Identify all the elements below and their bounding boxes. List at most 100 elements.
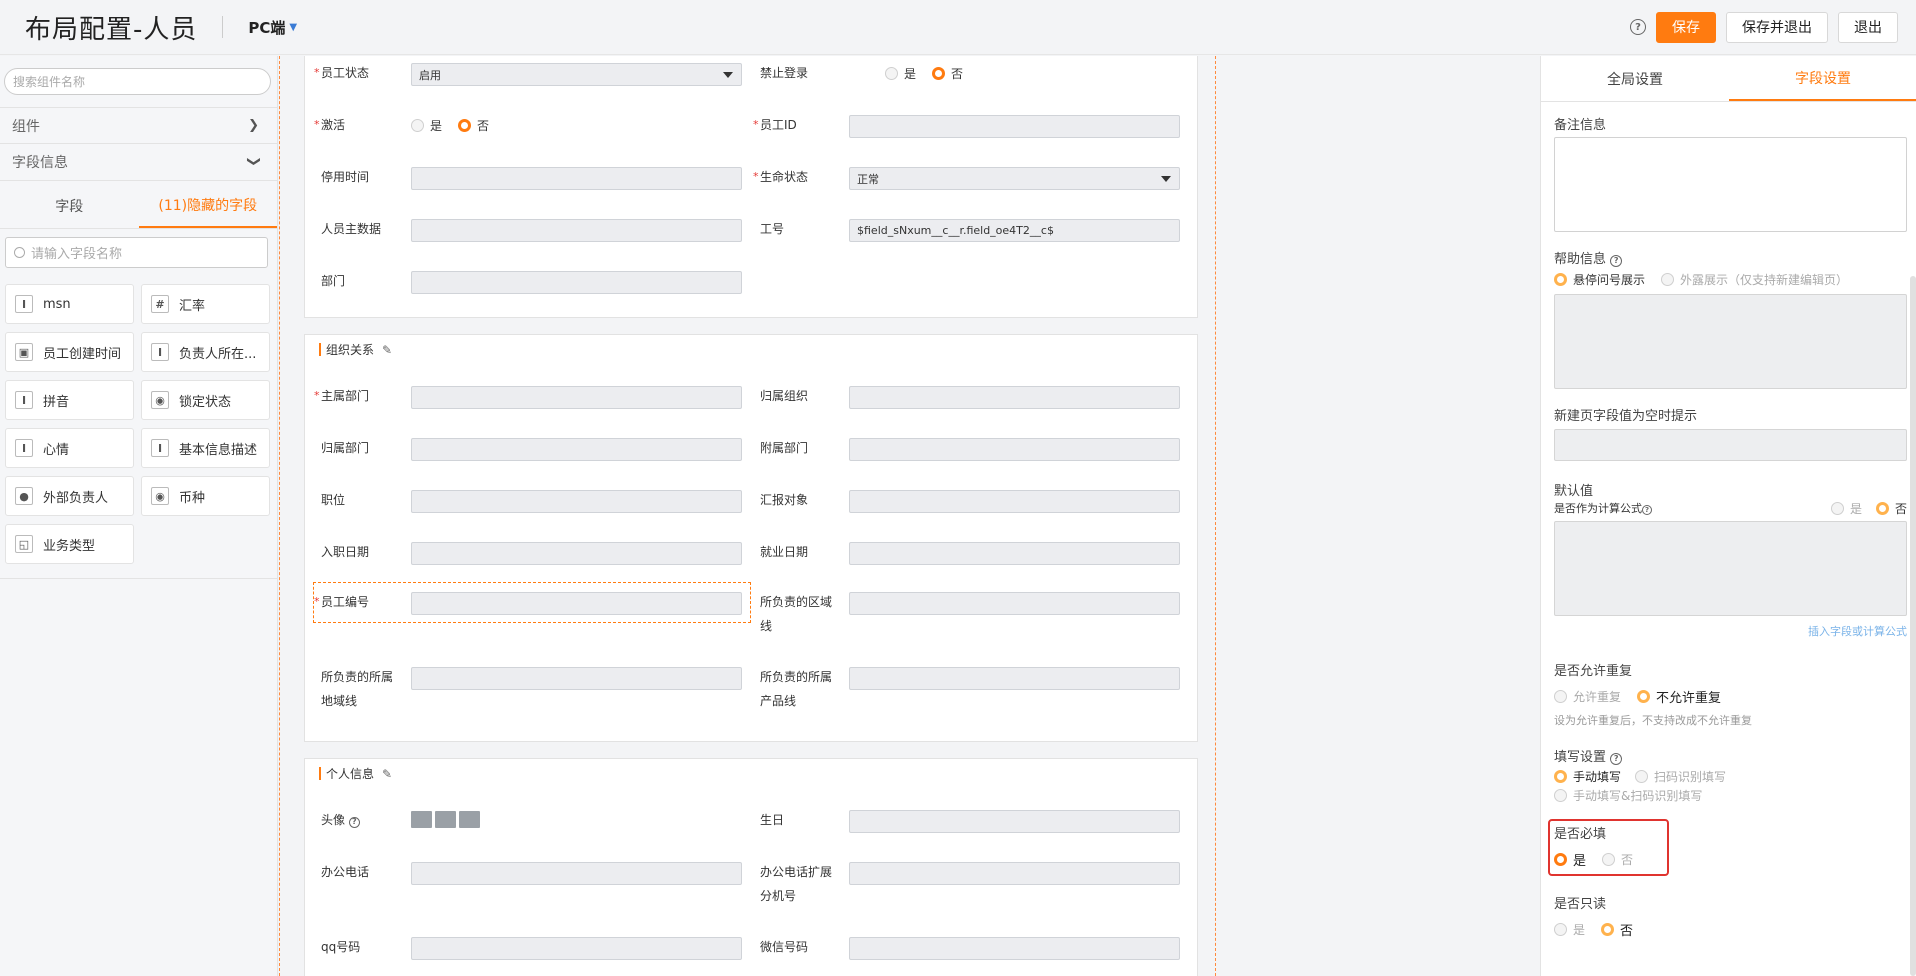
datetime-icon: ▣: [15, 343, 33, 361]
activate-no[interactable]: 否: [458, 117, 489, 134]
wechat-field[interactable]: [849, 937, 1180, 960]
radio-label: 允许重复: [1573, 690, 1622, 704]
field-chip[interactable]: I 心情: [5, 428, 134, 468]
field-search-input[interactable]: 请输入字段名称: [5, 237, 268, 268]
edit-icon[interactable]: ✎: [382, 767, 392, 781]
help-info-textarea[interactable]: [1554, 294, 1907, 389]
edit-icon[interactable]: ✎: [382, 343, 392, 357]
allow-dup-radio[interactable]: 允许重复: [1554, 687, 1621, 706]
save-button[interactable]: 保存: [1656, 11, 1716, 43]
readonly-yes-radio[interactable]: 是: [1554, 920, 1585, 939]
field-chip[interactable]: I 基本信息描述: [141, 428, 270, 468]
tab-hidden-fields[interactable]: (11)隐藏的字段: [138, 184, 277, 228]
field-chip[interactable]: ◉ 锁定状态: [141, 380, 270, 420]
fill-setting-radios: 手动填写 扫码识别填写: [1554, 768, 1907, 785]
default-value-textarea[interactable]: [1554, 521, 1907, 616]
office-phone-field[interactable]: [411, 862, 742, 885]
tab-field-settings[interactable]: 字段设置: [1729, 56, 1916, 101]
extension-field[interactable]: [849, 862, 1180, 885]
field-chip[interactable]: Imsn: [5, 284, 134, 324]
text-icon: I: [151, 343, 169, 361]
emp-no-field[interactable]: [411, 592, 742, 615]
component-search-input[interactable]: 搜索组件名称: [4, 68, 271, 95]
join-date-field[interactable]: [411, 542, 742, 565]
empty-hint-input[interactable]: [1554, 429, 1907, 461]
field-chip[interactable]: I 负责人所在...: [141, 332, 270, 372]
save-and-exit-button[interactable]: 保存并退出: [1726, 11, 1828, 43]
field-chip[interactable]: ▣ 员工创建时间: [5, 332, 134, 372]
field-info-label: 字段信息: [12, 155, 68, 171]
field-chip[interactable]: ● 外部负责人: [5, 476, 134, 516]
tab-global-settings[interactable]: 全局设置: [1541, 56, 1729, 101]
required-yes-radio[interactable]: 是: [1554, 850, 1586, 869]
product-line-field[interactable]: [849, 667, 1180, 690]
master-data-field[interactable]: [411, 219, 742, 242]
formula-label: 是否作为计算公式?: [1554, 502, 1652, 515]
radio-off-icon: [1554, 690, 1567, 703]
tab-fields[interactable]: 字段: [0, 184, 139, 228]
help-icon[interactable]: ?: [1610, 752, 1623, 765]
help-icon[interactable]: ?: [1610, 254, 1623, 267]
region-line-field[interactable]: [849, 592, 1180, 615]
formula-no-radio[interactable]: 否: [1875, 500, 1907, 517]
hover-show-radio[interactable]: 悬停问号展示: [1554, 271, 1645, 288]
help-icon[interactable]: ?: [1630, 19, 1646, 35]
org-relation-card[interactable]: 组织关系 ✎ * 主属部门 归属组织 归属部门 附属部门 职位 汇报对象 入职日期 …: [304, 334, 1198, 742]
field-chip-label: 拼音: [43, 394, 70, 410]
field-info-section[interactable]: 字段信息 ❯: [0, 144, 277, 181]
dept-field[interactable]: [411, 271, 742, 294]
radio-off-icon: [411, 118, 424, 132]
report-to-field[interactable]: [849, 490, 1180, 513]
manual-fill-radio[interactable]: 手动填写: [1554, 768, 1621, 785]
birthday-field[interactable]: [849, 810, 1180, 833]
formula-yes-radio[interactable]: 是: [1830, 500, 1862, 517]
exit-button[interactable]: 退出: [1838, 11, 1898, 43]
employee-id-field[interactable]: [849, 115, 1180, 138]
radio-label: 是: [1573, 923, 1586, 937]
employee-status-select[interactable]: 启用: [411, 63, 742, 86]
extension-label: 办公电话扩展 分机号: [760, 860, 840, 908]
activate-yes[interactable]: 是: [411, 117, 442, 134]
field-chip[interactable]: # 汇率: [141, 284, 270, 324]
device-switcher[interactable]: PC端 ▼: [248, 17, 297, 38]
disable-time-field[interactable]: [411, 167, 742, 190]
insert-formula-link[interactable]: 插入字段或计算公式: [1554, 623, 1907, 639]
allow-dup-section: 是否允许重复 允许重复 不允许重复 设为允许重复后，不支持改成不允许重复: [1554, 660, 1907, 728]
components-section[interactable]: 组件 ❯: [0, 107, 277, 144]
field-search-placeholder: 请输入字段名称: [31, 247, 123, 262]
belong-org-field[interactable]: [849, 386, 1180, 409]
main-dept-field[interactable]: [411, 386, 742, 409]
scan-fill-radio[interactable]: 扫码识别填写: [1635, 768, 1726, 785]
field-chip[interactable]: I 拼音: [5, 380, 134, 420]
required-no-radio[interactable]: 否: [1602, 850, 1633, 869]
help-icon[interactable]: ?: [1642, 505, 1652, 515]
basic-info-card[interactable]: * 员工状态 启用 禁止登录 是 否 * 激活 是 否 * 员工ID 停用时间 * 生命…: [304, 56, 1198, 318]
job-no-field[interactable]: $field_sNxum__c__r.field_oe4T2__c$: [849, 219, 1180, 242]
qq-field[interactable]: [411, 937, 742, 960]
position-field[interactable]: [411, 490, 742, 513]
help-icon[interactable]: ?: [348, 816, 360, 828]
field-chip[interactable]: ◱ 业务类型: [5, 524, 134, 564]
manual-scan-fill-radio[interactable]: 手动填写&扫码识别填写: [1554, 787, 1702, 804]
product-line-label: 所负责的所属 产品线: [760, 665, 840, 713]
login-ban-yes[interactable]: 是: [885, 65, 916, 82]
radio-label: 否: [477, 118, 490, 133]
field-chip[interactable]: ◉ 币种: [141, 476, 270, 516]
region-line-label: 所负责的区域线: [760, 590, 840, 638]
belong-dept-field[interactable]: [411, 438, 742, 461]
disallow-dup-radio[interactable]: 不允许重复: [1637, 687, 1721, 706]
work-date-field[interactable]: [849, 542, 1180, 565]
avatar-placeholders[interactable]: [411, 811, 483, 832]
readonly-no-radio[interactable]: 否: [1601, 920, 1633, 939]
login-ban-no[interactable]: 否: [932, 65, 963, 82]
personal-info-card[interactable]: 个人信息 ✎ 头像 ? 生日 办公电话 办公电话扩展 分机号 qq号码 微信号码: [304, 758, 1198, 976]
life-status-select[interactable]: 正常: [849, 167, 1180, 190]
text-icon: I: [151, 439, 169, 457]
sub-dept-field[interactable]: [849, 438, 1180, 461]
radio-on-icon: [1601, 923, 1615, 936]
default-value-label: 默认值: [1554, 484, 1594, 499]
remark-textarea[interactable]: [1554, 137, 1907, 232]
outside-show-radio[interactable]: 外露展示（仅支持新建编辑页）: [1661, 271, 1848, 288]
territory-field[interactable]: [411, 667, 742, 690]
panel-scrollbar[interactable]: [1910, 276, 1916, 976]
